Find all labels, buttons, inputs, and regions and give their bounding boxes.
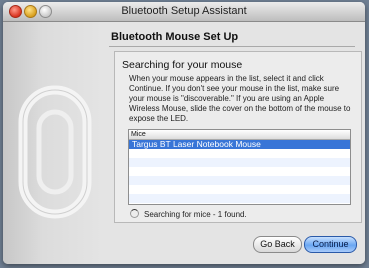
continue-button[interactable]: Continue (304, 236, 357, 253)
panel-heading: Searching for your mouse (122, 59, 243, 71)
mice-list[interactable]: Mice Targus BT Laser Notebook Mouse (128, 129, 351, 205)
title-bar: Bluetooth Setup Assistant (3, 2, 365, 22)
list-empty-row (129, 158, 350, 167)
mouse-outline-icon (18, 85, 92, 219)
setup-assistant-window: Bluetooth Setup Assistant Bluetooth Mous… (3, 2, 365, 264)
search-panel: Searching for your mouse When your mouse… (114, 51, 362, 223)
list-empty-row (129, 185, 350, 194)
search-status: Searching for mice - 1 found. (130, 209, 247, 219)
divider (109, 46, 355, 47)
assistant-content: Bluetooth Mouse Set Up Searching for you… (3, 22, 365, 264)
list-empty-row (129, 194, 350, 203)
list-empty-row (129, 167, 350, 176)
list-empty-row (129, 176, 350, 185)
progress-spinner-icon (130, 209, 139, 218)
list-item[interactable]: Targus BT Laser Notebook Mouse (129, 140, 350, 149)
window-title: Bluetooth Setup Assistant (121, 5, 247, 17)
instructions-text: When your mouse appears in the list, sel… (129, 74, 351, 123)
go-back-button[interactable]: Go Back (253, 236, 302, 253)
list-empty-row (129, 149, 350, 158)
status-text: Searching for mice - 1 found. (144, 210, 247, 219)
section-title: Bluetooth Mouse Set Up (111, 31, 239, 43)
